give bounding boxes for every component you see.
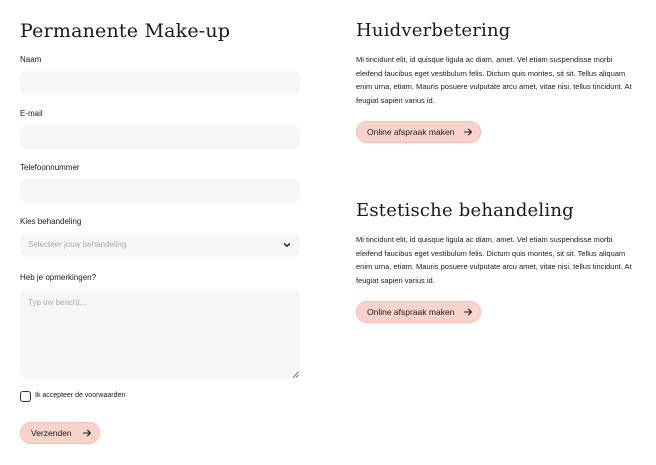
treatment-select[interactable]: Selecteer jouw behandeling (20, 233, 300, 257)
chevron-down-icon (283, 243, 291, 247)
terms-label: Ik accepteer de voorwaarden (35, 392, 126, 399)
phone-input[interactable] (20, 179, 300, 203)
resize-grip-icon[interactable] (292, 371, 299, 378)
submit-button[interactable]: Verzenden (20, 422, 100, 444)
submit-button-label: Verzenden (31, 428, 72, 438)
name-input[interactable] (20, 71, 300, 95)
remarks-label: Heb je opmerkingen? (20, 273, 97, 282)
arrow-right-icon (463, 128, 472, 136)
email-input[interactable] (20, 125, 300, 149)
name-label: Naam (20, 55, 42, 64)
book-appointment-label: Online afspraak maken (367, 127, 455, 137)
remarks-textarea[interactable] (20, 289, 300, 379)
section-title: Estetische behandeling (356, 200, 574, 221)
arrow-right-icon (82, 429, 91, 437)
terms-row: Ik accepteer de voorwaarden (20, 390, 125, 402)
book-appointment-label: Online afspraak maken (367, 307, 455, 317)
email-label: E-mail (20, 109, 43, 118)
phone-label: Telefoonnummer (20, 163, 80, 172)
book-appointment-button[interactable]: Online afspraak maken (356, 301, 481, 323)
terms-checkbox[interactable] (20, 390, 31, 402)
arrow-right-icon (463, 308, 472, 316)
section-title: Huidverbetering (356, 20, 511, 41)
treatment-select-placeholder: Selecteer jouw behandeling (28, 240, 127, 249)
treatment-label: Kies behandeling (20, 217, 82, 226)
book-appointment-button[interactable]: Online afspraak maken (356, 121, 481, 143)
section-body: Mi tincidunt elit, id quisque ligula ac … (356, 55, 632, 105)
section-body: Mi tincidunt elit, id quisque ligula ac … (356, 235, 632, 285)
form-title: Permanente Make-up (20, 20, 231, 42)
